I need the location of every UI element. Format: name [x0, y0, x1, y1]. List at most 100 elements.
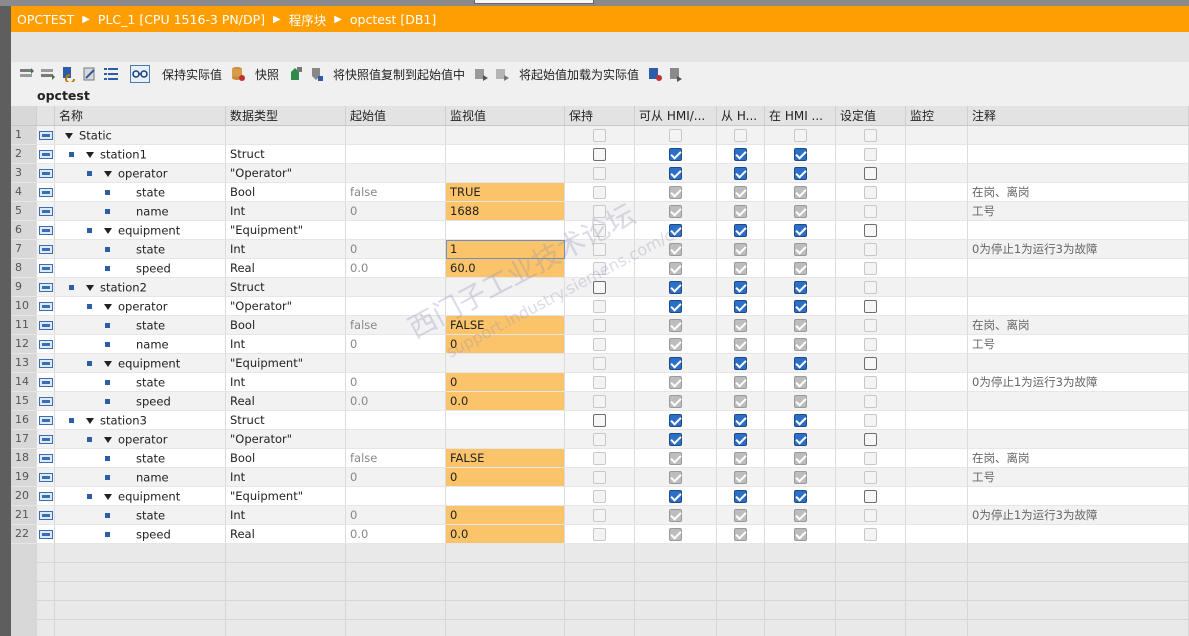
- row-type-icon[interactable]: [37, 259, 55, 278]
- hmi-write-checkbox[interactable]: [734, 451, 747, 465]
- watch-cell[interactable]: [906, 316, 968, 335]
- name-cell[interactable]: state: [55, 316, 226, 335]
- watch-cell[interactable]: [906, 126, 968, 145]
- table-row[interactable]: 21 state Int 0 0 0为停止1为运行3为故障: [11, 506, 1189, 525]
- hmi-access-checkbox[interactable]: [669, 432, 682, 446]
- hmi-access-checkbox[interactable]: [669, 299, 682, 313]
- start-value-cell[interactable]: 0.0: [346, 525, 446, 544]
- comment-cell[interactable]: [968, 259, 1189, 278]
- type-cell[interactable]: Int: [226, 202, 346, 221]
- start-value-cell[interactable]: false: [346, 316, 446, 335]
- expand-triangle-icon[interactable]: [104, 170, 112, 177]
- name-cell[interactable]: state: [55, 240, 226, 259]
- hmi-visible-checkbox[interactable]: [793, 451, 807, 465]
- col-type-header[interactable]: 数据类型: [226, 106, 346, 125]
- hmi-write-checkbox[interactable]: [734, 261, 747, 275]
- row-type-icon[interactable]: [37, 506, 55, 525]
- comment-cell[interactable]: [968, 487, 1189, 506]
- setpoint-checkbox[interactable]: [864, 204, 877, 218]
- type-cell[interactable]: Bool: [226, 183, 346, 202]
- table-row[interactable]: 17 operator "Operator": [11, 430, 1189, 449]
- row-type-icon[interactable]: [37, 487, 55, 506]
- load-start-as-actual-button[interactable]: 将起始值加载为实际值: [513, 66, 645, 83]
- setpoint-checkbox[interactable]: [864, 489, 877, 503]
- breadcrumb-db[interactable]: opctest [DB1]: [350, 12, 436, 27]
- hmi-access-checkbox[interactable]: [669, 185, 682, 199]
- hmi-write-checkbox[interactable]: [734, 204, 747, 218]
- setpoint-checkbox[interactable]: [864, 166, 877, 180]
- retain-checkbox[interactable]: [593, 280, 606, 294]
- hmi-visible-checkbox[interactable]: [793, 432, 807, 446]
- start-value-cell[interactable]: false: [346, 449, 446, 468]
- start-value-cell[interactable]: 0: [346, 373, 446, 392]
- table-row[interactable]: 8 speed Real 0.0 60.0: [11, 259, 1189, 278]
- col-hmi-access-header[interactable]: 可从 HMI/...: [635, 106, 717, 125]
- hmi-visible-checkbox[interactable]: [793, 527, 807, 541]
- table-row[interactable]: 18 state Bool false FALSE 在岗、离岗: [11, 449, 1189, 468]
- hmi-visible-checkbox[interactable]: [793, 299, 807, 313]
- load-values-icon[interactable]: [645, 65, 665, 83]
- name-cell[interactable]: station2: [55, 278, 226, 297]
- comment-cell[interactable]: [968, 392, 1189, 411]
- table-row[interactable]: 7 state Int 0 1 0为停止1为运行3为故障: [11, 240, 1189, 259]
- comment-cell[interactable]: 在岗、离岗: [968, 316, 1189, 335]
- setpoint-checkbox[interactable]: [864, 318, 877, 332]
- add-row-icon[interactable]: [38, 65, 58, 83]
- monitor-value-cell[interactable]: 0: [446, 468, 565, 487]
- comment-cell[interactable]: 工号: [968, 468, 1189, 487]
- monitor-value-cell[interactable]: [446, 354, 565, 373]
- name-cell[interactable]: name: [55, 468, 226, 487]
- hmi-visible-checkbox[interactable]: [793, 147, 807, 161]
- monitor-value-cell[interactable]: 1: [446, 240, 565, 259]
- setpoint-checkbox[interactable]: [864, 394, 877, 408]
- expand-triangle-icon[interactable]: [104, 227, 112, 234]
- watch-cell[interactable]: [906, 411, 968, 430]
- hmi-access-checkbox[interactable]: [669, 223, 682, 237]
- table-row[interactable]: 6 equipment "Equipment": [11, 221, 1189, 240]
- hmi-visible-checkbox[interactable]: [793, 166, 807, 180]
- row-type-icon[interactable]: [37, 411, 55, 430]
- type-cell[interactable]: "Operator": [226, 297, 346, 316]
- table-row[interactable]: 4 state Bool false TRUE 在岗、离岗: [11, 183, 1189, 202]
- hmi-visible-checkbox[interactable]: [793, 318, 807, 332]
- retain-checkbox[interactable]: [593, 432, 606, 446]
- hmi-access-checkbox[interactable]: [669, 337, 682, 351]
- table-row[interactable]: 15 speed Real 0.0 0.0: [11, 392, 1189, 411]
- expand-triangle-icon[interactable]: [104, 436, 112, 443]
- start-value-cell[interactable]: 0: [346, 335, 446, 354]
- watch-cell[interactable]: [906, 259, 968, 278]
- hmi-write-checkbox[interactable]: [734, 280, 747, 294]
- retain-checkbox[interactable]: [593, 242, 606, 256]
- hmi-visible-checkbox[interactable]: [793, 470, 807, 484]
- row-type-icon[interactable]: [37, 430, 55, 449]
- watch-cell[interactable]: [906, 145, 968, 164]
- setpoint-checkbox[interactable]: [864, 185, 877, 199]
- list-view-icon[interactable]: [101, 65, 121, 83]
- comment-cell[interactable]: 0为停止1为运行3为故障: [968, 240, 1189, 259]
- expand-triangle-icon[interactable]: [86, 151, 94, 158]
- row-type-icon[interactable]: [37, 335, 55, 354]
- insert-row-icon[interactable]: [17, 65, 37, 83]
- type-cell[interactable]: Int: [226, 468, 346, 487]
- hmi-visible-checkbox[interactable]: [793, 128, 807, 142]
- expand-triangle-icon[interactable]: [104, 493, 112, 500]
- type-cell[interactable]: Int: [226, 335, 346, 354]
- type-cell[interactable]: Real: [226, 392, 346, 411]
- name-cell[interactable]: operator: [55, 164, 226, 183]
- hmi-visible-checkbox[interactable]: [793, 394, 807, 408]
- load-values-alt-icon[interactable]: [666, 65, 686, 83]
- retain-checkbox[interactable]: [593, 166, 606, 180]
- hmi-access-checkbox[interactable]: [669, 375, 682, 389]
- type-cell[interactable]: Real: [226, 525, 346, 544]
- monitor-value-cell[interactable]: [446, 430, 565, 449]
- setpoint-checkbox[interactable]: [864, 508, 877, 522]
- watch-cell[interactable]: [906, 278, 968, 297]
- type-cell[interactable]: Struct: [226, 411, 346, 430]
- setpoint-checkbox[interactable]: [864, 413, 877, 427]
- hmi-access-checkbox[interactable]: [669, 242, 682, 256]
- watch-cell[interactable]: [906, 430, 968, 449]
- watch-cell[interactable]: [906, 487, 968, 506]
- name-cell[interactable]: state: [55, 449, 226, 468]
- hmi-write-checkbox[interactable]: [734, 299, 747, 313]
- table-row[interactable]: 3 operator "Operator": [11, 164, 1189, 183]
